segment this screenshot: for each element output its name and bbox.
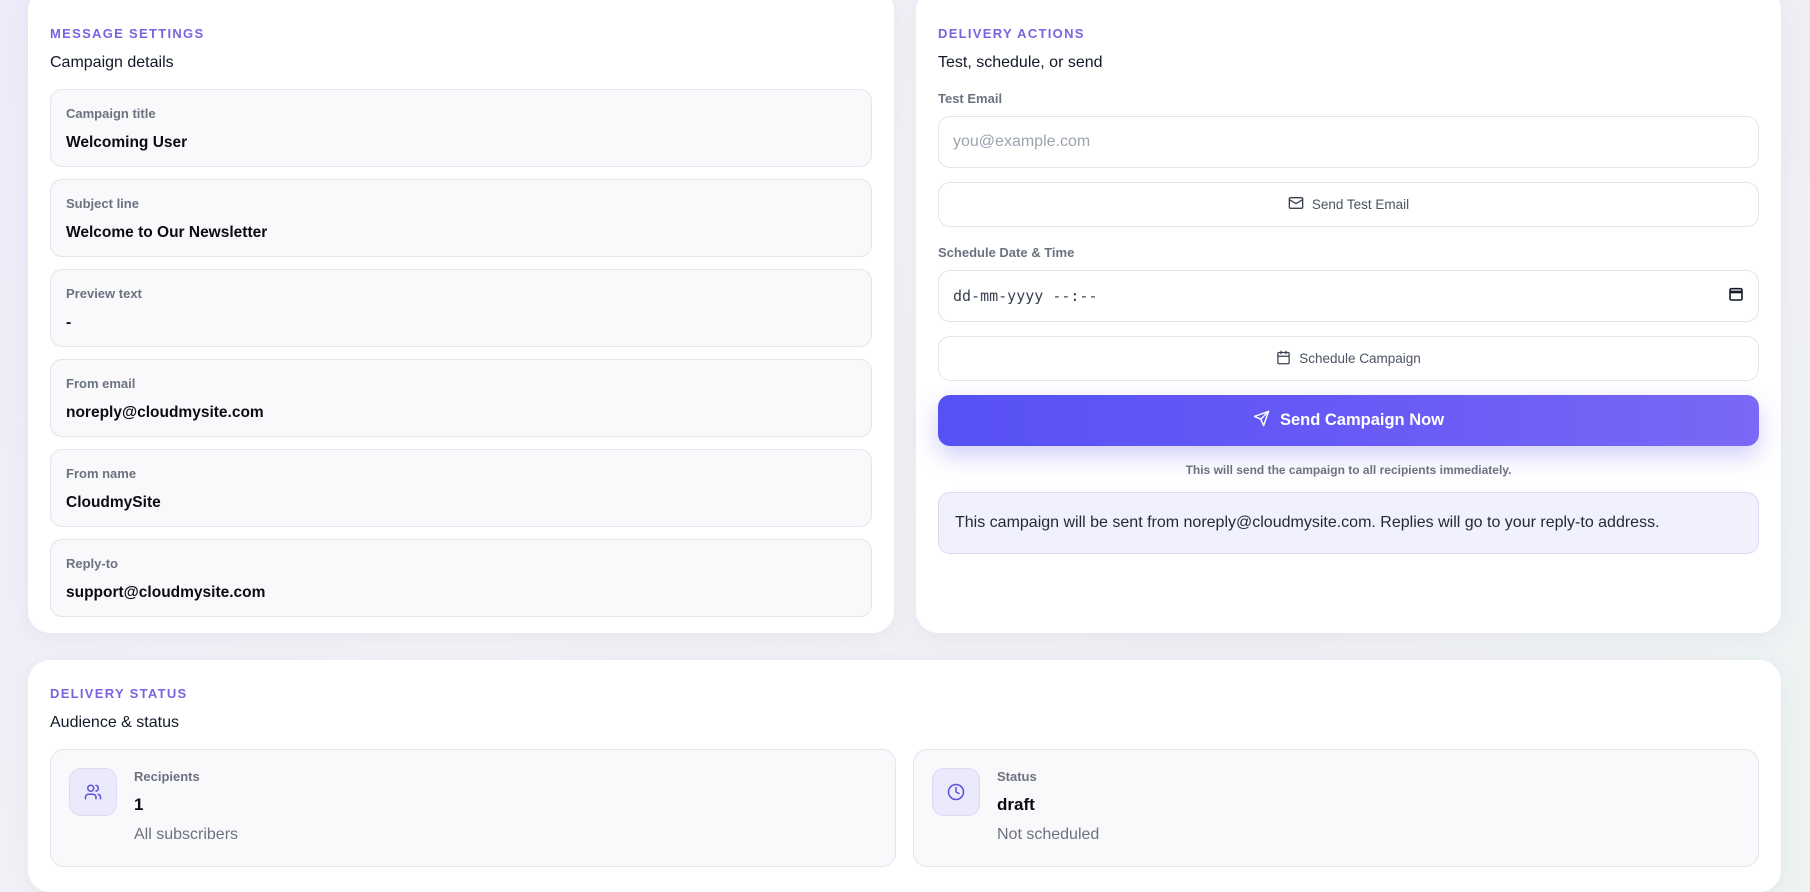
field-label: Preview text: [66, 286, 142, 301]
delivery-actions-subtitle: Test, schedule, or send: [938, 54, 1103, 71]
send-icon: [1253, 410, 1270, 432]
campaign-status-info: Status draft Not scheduled: [997, 768, 1099, 866]
clock-icon: [932, 768, 980, 816]
field-label: Reply-to: [66, 556, 118, 571]
message-settings-label: MESSAGE SETTINGS: [50, 26, 205, 41]
recipients-info: Recipients 1 All subscribers: [134, 768, 238, 866]
send-campaign-now-button[interactable]: Send Campaign Now: [938, 395, 1759, 446]
field-label: Campaign title: [66, 106, 156, 121]
field-label: From email: [66, 376, 136, 391]
field-label: Subject line: [66, 196, 139, 211]
schedule-label: Schedule Date & Time: [938, 245, 1075, 260]
recipients-audience: All subscribers: [134, 826, 239, 843]
from-name-field: From name CloudmySite: [50, 449, 872, 527]
delivery-actions-label: DELIVERY ACTIONS: [938, 26, 1085, 41]
status-stats: Recipients 1 All subscribers Status draf…: [50, 749, 1759, 867]
recipients-stat: Recipients 1 All subscribers: [50, 749, 896, 867]
status-label: Status: [997, 769, 1037, 784]
send-test-email-label: Send Test Email: [1311, 197, 1410, 212]
send-hint: This will send the campaign to all recip…: [1185, 463, 1512, 477]
delivery-status-card: DELIVERY STATUS Audience & status Recipi…: [28, 660, 1781, 892]
recipients-label: Recipients: [134, 769, 200, 784]
field-value: noreply@cloudmysite.com: [66, 404, 264, 421]
field-value: Welcoming User: [66, 134, 188, 151]
delivery-status-label: DELIVERY STATUS: [50, 686, 188, 701]
field-value: support@cloudmysite.com: [66, 584, 266, 601]
calendar-icon: [1276, 350, 1291, 368]
field-label: From name: [66, 466, 137, 481]
subject-line-field: Subject line Welcome to Our Newsletter: [50, 179, 872, 257]
delivery-actions-card: DELIVERY ACTIONS Test, schedule, or send…: [916, 0, 1781, 633]
schedule-placeholder: dd-mm-yyyy --:--: [953, 287, 1098, 305]
users-icon: [69, 768, 117, 816]
test-email-label: Test Email: [938, 91, 1003, 106]
calendar-picker-icon[interactable]: [1728, 286, 1744, 306]
field-value: Welcome to Our Newsletter: [66, 224, 268, 241]
campaign-status-stat: Status draft Not scheduled: [913, 749, 1759, 867]
sender-info-box: This campaign will be sent from noreply@…: [938, 492, 1759, 554]
reply-to-field: Reply-to support@cloudmysite.com: [50, 539, 872, 617]
status-value: draft: [997, 795, 1035, 814]
field-value: -: [66, 314, 72, 331]
preview-text-field: Preview text -: [50, 269, 872, 347]
schedule-datetime-input[interactable]: dd-mm-yyyy --:--: [938, 270, 1759, 322]
message-settings-card: MESSAGE SETTINGS Campaign details Campai…: [28, 0, 894, 633]
campaign-fields: Campaign title Welcoming User Subject li…: [50, 89, 872, 617]
recipients-count: 1: [134, 795, 144, 814]
message-settings-subtitle: Campaign details: [50, 54, 174, 71]
mail-icon: [1288, 195, 1304, 214]
field-value: CloudmySite: [66, 494, 161, 511]
from-email-field: From email noreply@cloudmysite.com: [50, 359, 872, 437]
delivery-status-subtitle: Audience & status: [50, 714, 179, 731]
test-email-placeholder: you@example.com: [953, 133, 1091, 150]
campaign-title-field: Campaign title Welcoming User: [50, 89, 872, 167]
sender-info-text: This campaign will be sent from noreply@…: [955, 514, 1660, 531]
send-campaign-now-label: Send Campaign Now: [1279, 411, 1445, 429]
schedule-campaign-label: Schedule Campaign: [1299, 351, 1421, 366]
schedule-state: Not scheduled: [997, 826, 1100, 843]
schedule-campaign-button[interactable]: Schedule Campaign: [938, 336, 1759, 381]
send-test-email-button[interactable]: Send Test Email: [938, 182, 1759, 227]
test-email-input[interactable]: you@example.com: [938, 116, 1759, 168]
